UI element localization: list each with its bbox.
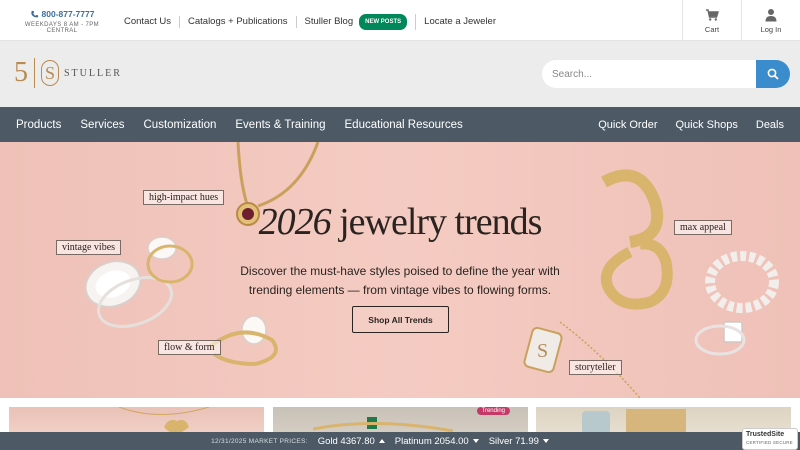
cart-button[interactable]: Cart xyxy=(682,0,741,41)
gold-price[interactable]: Gold 4367.80 xyxy=(318,436,385,447)
logo-mark: 5 xyxy=(14,57,28,88)
gold-price-label: Gold 4367.80 xyxy=(317,435,375,447)
shop-all-trends-button[interactable]: Shop All Trends xyxy=(352,306,449,333)
platinum-price[interactable]: Platinum 2054.00 xyxy=(395,436,479,447)
tag-flow-form: flow & form xyxy=(158,340,221,355)
market-price-ticker: 12/31/2025 MARKET PRICES: Gold 4367.80 P… xyxy=(0,432,800,450)
nav-events-training[interactable]: Events & Training xyxy=(235,119,325,131)
stuller-logo[interactable]: 5 S STULLER xyxy=(14,58,122,88)
hero-title-rest: jewelry trends xyxy=(339,201,542,243)
platinum-price-label: Platinum 2054.00 xyxy=(394,435,469,447)
nav-quick-order[interactable]: Quick Order xyxy=(598,119,657,131)
logo-wordmark: STULLER xyxy=(64,67,122,79)
site-header: 5 S STULLER xyxy=(0,41,800,107)
utility-links: Contact Us Catalogs + Publications Stull… xyxy=(124,14,504,30)
nav-left: Products Services Customization Events &… xyxy=(16,107,463,142)
nav-customization[interactable]: Customization xyxy=(144,119,217,131)
phone-link[interactable]: 800-877-7777 xyxy=(10,9,114,19)
logo-s-monogram: S xyxy=(41,60,59,86)
cart-icon xyxy=(706,9,719,21)
heart-pendant-image xyxy=(118,407,210,435)
price-down-icon xyxy=(542,439,549,443)
search-bar xyxy=(542,60,790,88)
phone-icon xyxy=(30,10,38,17)
user-icon xyxy=(765,9,777,22)
market-date: 12/31/2025 MARKET PRICES: xyxy=(211,437,308,445)
svg-text:S: S xyxy=(537,340,548,362)
contact-us-link[interactable]: Contact Us xyxy=(124,16,180,28)
trending-badge: Trending xyxy=(476,407,510,415)
hero-description: Discover the must-have styles poised to … xyxy=(240,264,560,297)
phone-number: 800-877-7777 xyxy=(41,9,95,19)
locate-jeweler-link[interactable]: Locate a Jeweler xyxy=(416,16,504,28)
search-icon xyxy=(767,68,779,80)
hero-title: 2026 jewelry trends xyxy=(200,200,600,244)
tag-max-appeal: max appeal xyxy=(674,220,732,235)
search-button[interactable] xyxy=(756,60,790,88)
login-label: Log In xyxy=(760,25,782,34)
new-posts-badge: NEW POSTS xyxy=(359,14,408,30)
blog-link[interactable]: Stuller Blog NEW POSTS xyxy=(297,14,417,30)
tag-storyteller: storyteller xyxy=(569,360,622,375)
login-button[interactable]: Log In xyxy=(741,0,800,41)
phone-block: 800-877-7777 WEEKDAYS 8 AM - 7PM CENTRAL xyxy=(10,9,114,34)
trustedsite-badge[interactable]: TrustedSite CERTIFIED SECURE xyxy=(742,428,798,450)
tag-vintage-vibes: vintage vibes xyxy=(56,240,122,255)
search-input[interactable] xyxy=(542,60,758,88)
tag-high-impact-hues: high-impact hues xyxy=(143,190,225,205)
nav-educational-resources[interactable]: Educational Resources xyxy=(345,119,463,131)
nav-services[interactable]: Services xyxy=(80,119,124,131)
blog-link-label: Stuller Blog xyxy=(304,16,354,27)
logo-divider xyxy=(34,58,35,88)
nav-products[interactable]: Products xyxy=(16,119,61,131)
hero-banner[interactable]: S 2026 jewelry trends Discover the must-… xyxy=(0,142,800,398)
price-down-icon xyxy=(472,439,479,443)
silver-price-label: Silver 71.99 xyxy=(488,435,539,447)
business-hours: WEEKDAYS 8 AM - 7PM CENTRAL xyxy=(24,22,100,34)
catalogs-link[interactable]: Catalogs + Publications xyxy=(180,16,297,28)
silver-price[interactable]: Silver 71.99 xyxy=(489,436,549,447)
price-up-icon xyxy=(378,439,385,443)
nav-right: Quick Order Quick Shops Deals xyxy=(598,107,784,142)
top-utility-bar: 800-877-7777 WEEKDAYS 8 AM - 7PM CENTRAL… xyxy=(0,0,800,41)
promo-card[interactable] xyxy=(9,407,264,435)
nav-quick-shops[interactable]: Quick Shops xyxy=(676,119,738,131)
promo-card[interactable]: Trending xyxy=(273,407,528,435)
nav-deals[interactable]: Deals xyxy=(756,119,784,131)
main-nav: Products Services Customization Events &… xyxy=(0,107,800,142)
hero-title-year: 2026 xyxy=(258,201,332,243)
trustedsite-sub: CERTIFIED SECURE xyxy=(746,440,793,445)
trustedsite-name: TrustedSite xyxy=(746,431,785,438)
promo-cards-row: Trending xyxy=(0,398,800,435)
cart-label: Cart xyxy=(704,25,720,34)
